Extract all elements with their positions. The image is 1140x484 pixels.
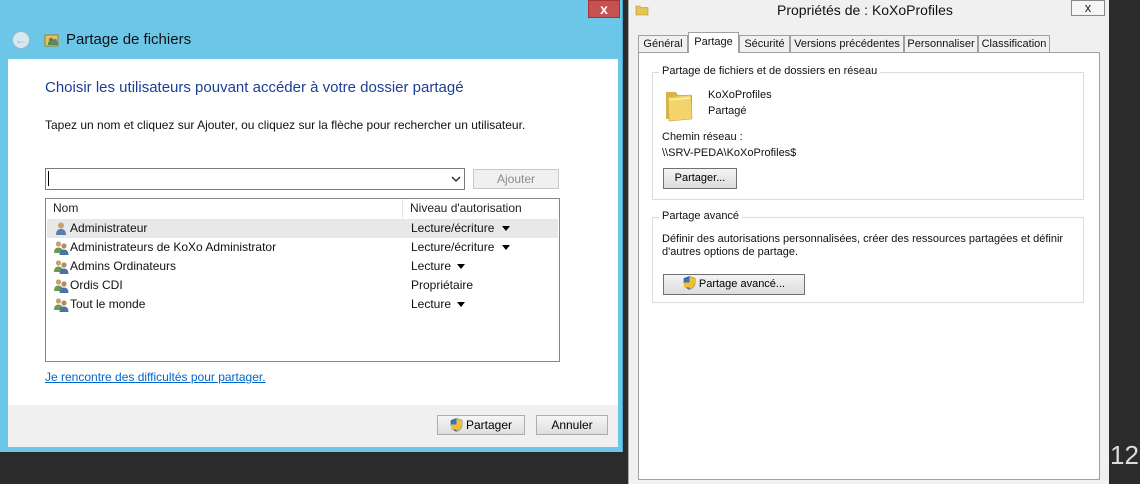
dropdown-arrow-icon[interactable] bbox=[457, 264, 465, 269]
advanced-sharing-button-label: Partage avancé... bbox=[698, 278, 786, 290]
tab-general[interactable]: Général bbox=[638, 35, 688, 52]
share-button[interactable]: Partager bbox=[437, 415, 525, 435]
permission-level: Propriétaire bbox=[411, 278, 474, 292]
group-icon bbox=[54, 298, 69, 312]
file-sharing-icon bbox=[44, 34, 59, 47]
tab-sharing[interactable]: Partage bbox=[688, 32, 739, 53]
column-header-name[interactable]: Nom bbox=[46, 199, 403, 218]
dropdown-arrow-icon[interactable] bbox=[502, 226, 510, 231]
advanced-sharing-group: Partage avancé Définir des autorisations… bbox=[652, 210, 1084, 303]
uac-shield-icon bbox=[450, 418, 463, 432]
user-name-input[interactable] bbox=[50, 171, 435, 187]
user-name: Tout le monde bbox=[70, 297, 146, 311]
list-item[interactable]: Admins Ordinateurs Lecture bbox=[47, 257, 558, 276]
group-icon bbox=[54, 279, 69, 293]
help-link[interactable]: Je rencontre des difficultés pour partag… bbox=[45, 370, 266, 384]
wizard-footer: Partager Annuler bbox=[8, 405, 618, 447]
close-button[interactable]: x bbox=[1071, 0, 1105, 16]
list-item[interactable]: Ordis CDI Propriétaire bbox=[47, 276, 558, 295]
column-header-level[interactable]: Niveau d'autorisation bbox=[403, 199, 559, 218]
user-name: Admins Ordinateurs bbox=[70, 259, 177, 273]
permission-level[interactable]: Lecture bbox=[411, 297, 451, 311]
permission-level[interactable]: Lecture/écriture bbox=[411, 240, 494, 254]
network-path-label: Chemin réseau : bbox=[662, 131, 743, 143]
list-item[interactable]: Administrateurs de KoXo Administrator Le… bbox=[47, 238, 558, 257]
folder-status: Partagé bbox=[708, 105, 747, 117]
permission-level[interactable]: Lecture bbox=[411, 259, 451, 273]
wizard-content: Choisir les utilisateurs pouvant accéder… bbox=[8, 59, 618, 405]
user-name-combobox[interactable] bbox=[45, 168, 465, 190]
user-icon bbox=[56, 222, 66, 235]
tab-previous-versions[interactable]: Versions précédentes bbox=[790, 35, 904, 52]
network-path-value: \\SRV-PEDA\KoXoProfiles$ bbox=[662, 147, 797, 159]
chevron-down-icon[interactable] bbox=[450, 173, 462, 185]
group-icon bbox=[54, 241, 69, 255]
cancel-button[interactable]: Annuler bbox=[536, 415, 608, 435]
group-label: Partage de fichiers et de dossiers en ré… bbox=[659, 65, 881, 77]
tab-classification[interactable]: Classification bbox=[978, 35, 1050, 52]
permission-level[interactable]: Lecture/écriture bbox=[411, 221, 494, 235]
page-title: Choisir les utilisateurs pouvant accéder… bbox=[45, 79, 464, 96]
share-button-label: Partager bbox=[465, 418, 513, 432]
background-text: 12 bbox=[1110, 440, 1139, 470]
user-name: Ordis CDI bbox=[70, 278, 123, 292]
tab-customize[interactable]: Personnaliser bbox=[904, 35, 978, 52]
window-title: Partage de fichiers bbox=[66, 31, 192, 48]
dropdown-arrow-icon[interactable] bbox=[502, 245, 510, 250]
back-arrow-icon[interactable]: ← bbox=[12, 31, 30, 49]
file-sharing-window: x ← Partage de fichiers Choisir les util… bbox=[0, 0, 623, 452]
advanced-description-line1: Définir des autorisations personnalisées… bbox=[662, 233, 1064, 245]
dropdown-arrow-icon[interactable] bbox=[457, 302, 465, 307]
close-button[interactable]: x bbox=[588, 0, 620, 18]
advanced-sharing-button[interactable]: Partage avancé... bbox=[663, 274, 805, 295]
window-title: Propriétés de : KoXoProfiles bbox=[777, 2, 953, 18]
group-icon bbox=[54, 260, 69, 274]
tab-security[interactable]: Sécurité bbox=[739, 35, 790, 52]
network-sharing-group: Partage de fichiers et de dossiers en ré… bbox=[652, 65, 1084, 200]
folder-icon bbox=[635, 5, 649, 16]
user-name: Administrateur bbox=[70, 221, 148, 235]
permissions-list[interactable]: Nom Niveau d'autorisation Administrateur… bbox=[45, 198, 560, 362]
share-button[interactable]: Partager... bbox=[663, 168, 737, 189]
instruction-text: Tapez un nom et cliquez sur Ajouter, ou … bbox=[45, 118, 526, 132]
shared-folder-icon bbox=[666, 92, 693, 122]
advanced-description-line2: d'autres options de partage. bbox=[662, 246, 799, 258]
properties-window: Propriétés de : KoXoProfiles x Général P… bbox=[628, 0, 1109, 484]
text-caret bbox=[48, 171, 49, 186]
uac-shield-icon bbox=[683, 276, 696, 290]
add-button[interactable]: Ajouter bbox=[473, 169, 559, 189]
group-label: Partage avancé bbox=[659, 210, 743, 222]
user-name: Administrateurs de KoXo Administrator bbox=[70, 240, 277, 254]
folder-name: KoXoProfiles bbox=[708, 89, 772, 101]
sharing-tab-page: Partage de fichiers et de dossiers en ré… bbox=[638, 52, 1100, 480]
list-item[interactable]: Administrateur Lecture/écriture bbox=[47, 219, 558, 238]
list-item[interactable]: Tout le monde Lecture bbox=[47, 295, 558, 314]
